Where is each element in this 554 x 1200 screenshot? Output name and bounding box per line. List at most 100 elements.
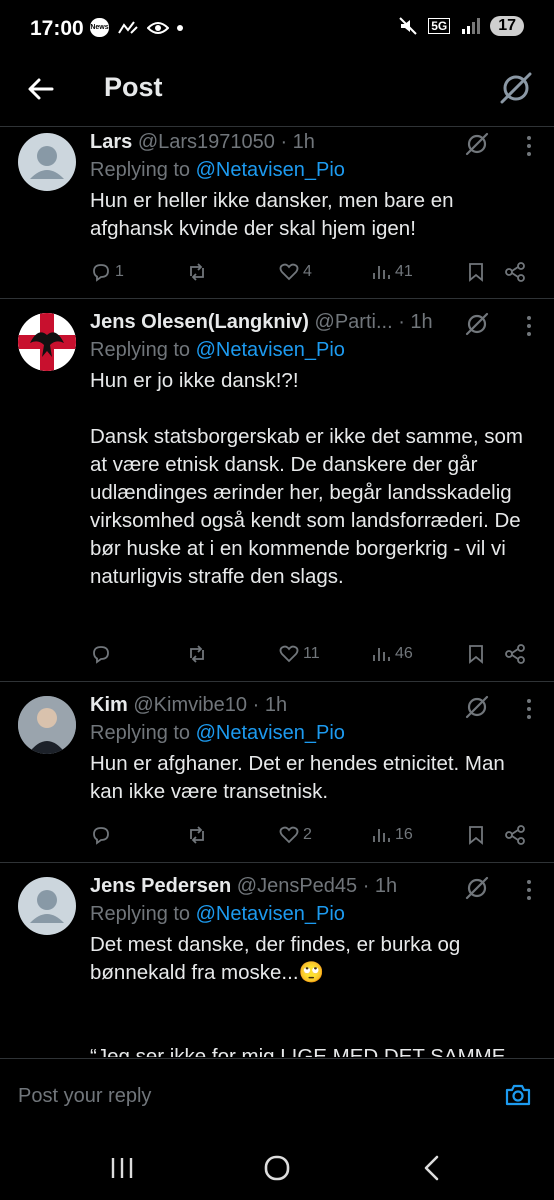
tweet-time: · 1h xyxy=(252,694,288,716)
replying-label: Replying to xyxy=(90,339,196,361)
reply-tweet[interactable]: Jens Pedersen @JensPed45 · 1h Replying t… xyxy=(0,863,554,1057)
share-icon[interactable] xyxy=(504,824,526,846)
bookmark-icon[interactable] xyxy=(465,643,487,665)
replying-handle-link[interactable]: @Netavisen_Pio xyxy=(196,722,345,744)
repost-button[interactable] xyxy=(186,643,211,665)
replying-label: Replying to xyxy=(90,722,196,744)
system-nav-bar xyxy=(0,1137,554,1200)
home-icon[interactable] xyxy=(259,1151,295,1185)
repost-button[interactable] xyxy=(186,261,211,283)
more-options-icon[interactable] xyxy=(526,315,532,337)
views-button[interactable]: 46 xyxy=(370,643,413,665)
heart-icon xyxy=(279,826,299,844)
grok-icon[interactable] xyxy=(464,875,490,901)
author-name[interactable]: Kim xyxy=(90,694,128,716)
eye-icon xyxy=(147,21,169,34)
reply-button[interactable] xyxy=(90,824,115,846)
author-handle[interactable]: @JensPed45 xyxy=(237,875,357,897)
share-icon[interactable] xyxy=(504,261,526,283)
replying-handle-link[interactable]: @Netavisen_Pio xyxy=(196,903,345,925)
repost-icon xyxy=(190,263,204,281)
reply-tweet[interactable]: Lars @Lars1971050 · 1h Replying to @Neta… xyxy=(0,127,554,299)
avatar[interactable] xyxy=(18,877,76,935)
views-chart-icon xyxy=(373,648,390,661)
author-handle[interactable]: @Kimvibe10 xyxy=(133,694,247,716)
views-button[interactable]: 41 xyxy=(370,261,413,283)
grok-icon[interactable] xyxy=(464,131,490,157)
avatar[interactable] xyxy=(18,133,76,191)
camera-icon[interactable] xyxy=(504,1081,532,1109)
avatar[interactable] xyxy=(18,696,76,754)
like-count: 11 xyxy=(303,645,320,662)
author-name[interactable]: Jens Olesen(Langkniv) xyxy=(90,311,309,333)
default-avatar-icon xyxy=(30,146,64,179)
heart-icon xyxy=(279,645,299,663)
like-count: 4 xyxy=(303,263,312,280)
grok-icon[interactable] xyxy=(464,694,490,720)
back-arrow-icon[interactable] xyxy=(24,72,58,106)
replying-label: Replying to xyxy=(90,159,196,181)
grok-icon[interactable] xyxy=(498,70,534,106)
tweet-text: Hun er afghaner. Det er hendes etnicitet… xyxy=(90,752,511,803)
reply-feed: Lars @Lars1971050 · 1h Replying to @Neta… xyxy=(0,127,554,1057)
mute-icon xyxy=(399,17,417,35)
view-count: 41 xyxy=(395,263,413,280)
tweet-text: Det mest danske, der findes, er burka og… xyxy=(90,933,512,1057)
news-notification-icon: News xyxy=(90,18,109,37)
raven-flag-avatar-icon xyxy=(18,313,76,371)
replying-to: Replying to @Netavisen_Pio xyxy=(90,159,538,182)
status-bar: 17:00 News 5G 17 xyxy=(0,0,554,58)
reply-icon xyxy=(93,264,109,282)
replying-to: Replying to @Netavisen_Pio xyxy=(90,722,538,745)
author-name[interactable]: Lars xyxy=(90,131,132,153)
reply-input[interactable]: Post your reply xyxy=(18,1085,151,1108)
avatar[interactable] xyxy=(18,313,76,371)
view-count: 16 xyxy=(395,826,413,843)
reply-icon xyxy=(93,827,109,845)
status-time: 17:00 xyxy=(30,17,84,40)
like-button[interactable]: 4 xyxy=(278,261,312,283)
more-options-icon[interactable] xyxy=(526,879,532,901)
reply-button[interactable] xyxy=(90,643,115,665)
battery-indicator: 17 xyxy=(490,16,524,36)
bookmark-icon[interactable] xyxy=(465,824,487,846)
reply-tweet[interactable]: Jens Olesen(Langkniv) @Parti... · 1h Rep… xyxy=(0,299,554,682)
replying-handle-link[interactable]: @Netavisen_Pio xyxy=(196,339,345,361)
page-title: Post xyxy=(104,72,163,102)
views-button[interactable]: 16 xyxy=(370,824,413,846)
dot-icon xyxy=(177,24,183,31)
recent-apps-icon[interactable] xyxy=(104,1151,140,1185)
tweet-time: · 1h xyxy=(398,311,433,333)
reply-button[interactable]: 1 xyxy=(90,261,124,283)
default-avatar-icon xyxy=(30,890,64,923)
more-options-icon[interactable] xyxy=(526,698,532,720)
share-icon[interactable] xyxy=(504,643,526,665)
replying-to: Replying to @Netavisen_Pio xyxy=(90,339,538,362)
author-handle[interactable]: @Lars1971050 xyxy=(138,131,275,153)
tweet-text: Hun er jo ikke dansk!?! Dansk statsborge… xyxy=(90,369,523,588)
reply-tweet[interactable]: Kim @Kimvibe10 · 1h Replying to @Netavis… xyxy=(0,682,554,863)
replying-label: Replying to xyxy=(90,903,196,925)
network-type: 5G xyxy=(428,18,451,34)
heart-icon xyxy=(279,263,299,281)
view-count: 46 xyxy=(395,645,413,662)
like-button[interactable]: 11 xyxy=(278,643,320,665)
tweet-time: · 1h xyxy=(280,131,315,153)
author-handle[interactable]: @Parti... xyxy=(315,311,393,333)
author-name[interactable]: Jens Pedersen xyxy=(90,875,231,897)
tweet-time: · 1h xyxy=(362,875,398,897)
replying-handle-link[interactable]: @Netavisen_Pio xyxy=(196,159,345,181)
grok-icon[interactable] xyxy=(464,311,490,337)
repost-button[interactable] xyxy=(186,824,211,846)
reply-icon xyxy=(93,646,109,664)
reply-count: 1 xyxy=(115,263,124,280)
reply-composer[interactable]: Post your reply xyxy=(0,1058,554,1137)
tweet-text: Hun er heller ikke dansker, men bare en … xyxy=(90,189,460,240)
more-options-icon[interactable] xyxy=(526,135,532,157)
like-button[interactable]: 2 xyxy=(278,824,312,846)
views-chart-icon xyxy=(373,266,390,279)
repost-icon xyxy=(190,645,204,663)
photo-avatar-icon xyxy=(18,696,76,754)
back-nav-icon[interactable] xyxy=(414,1151,450,1185)
bookmark-icon[interactable] xyxy=(465,261,487,283)
